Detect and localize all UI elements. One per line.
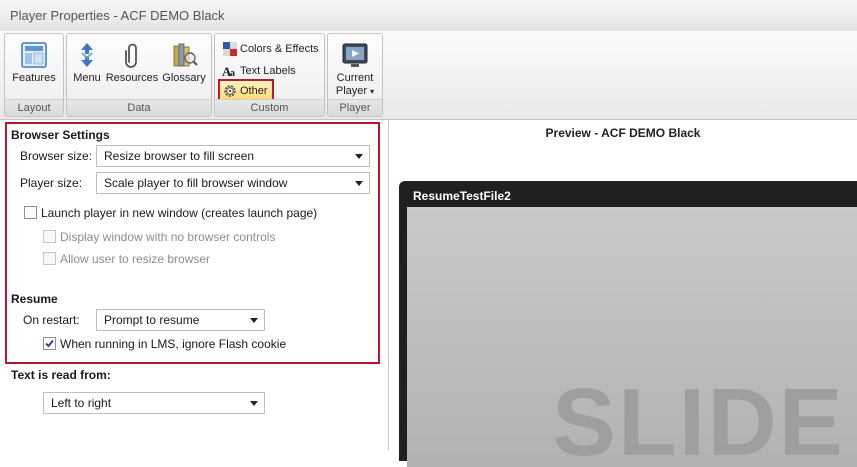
text-direction-select[interactable]: Left to right [43, 392, 265, 414]
browser-size-label: Browser size: [20, 149, 93, 163]
glossary-label: Glossary [162, 72, 206, 84]
current-player-label-line2: Player ▾ [335, 85, 375, 97]
player-size-select[interactable]: Scale player to fill browser window [96, 172, 370, 194]
svg-text:a: a [230, 68, 235, 79]
colors-effects-label: Colors & Effects [240, 43, 319, 55]
group-label-data: Data [67, 99, 211, 116]
text-direction-value: Left to right [51, 396, 112, 410]
on-restart-label: On restart: [23, 313, 80, 327]
resume-title: Resume [11, 292, 58, 306]
resources-label: Resources [105, 72, 159, 84]
ribbon-toolbar: Features Layout Menu Resources Glossary … [0, 31, 857, 120]
preview-panel: Preview - ACF DEMO Black ResumeTestFile2… [389, 120, 857, 467]
allow-resize-checkbox[interactable] [43, 252, 56, 265]
resources-button[interactable]: Resources [105, 36, 159, 96]
preview-title: Preview - ACF DEMO Black [545, 126, 701, 140]
lms-ignore-flash-label: When running in LMS, ignore Flash cookie [60, 337, 287, 351]
text-labels-button[interactable]: A a Text Labels [220, 61, 300, 81]
group-label-layout: Layout [5, 99, 63, 116]
on-restart-value: Prompt to resume [104, 313, 200, 327]
color-squares-icon [223, 42, 237, 56]
text-direction-title: Text is read from: [11, 368, 111, 382]
launch-new-window-checkbox[interactable] [24, 206, 37, 219]
current-player-button[interactable]: Current Player ▾ [328, 36, 382, 97]
display-no-controls-label: Display window with no browser controls [60, 230, 276, 244]
colors-effects-button[interactable]: Colors & Effects [220, 39, 323, 59]
menu-label: Menu [73, 72, 101, 84]
player-preview-frame: ResumeTestFile2 SLIDE [399, 181, 857, 467]
on-restart-select[interactable]: Prompt to resume [96, 309, 265, 331]
ribbon-group-player: Current Player ▾ Player [327, 33, 383, 117]
current-player-label-line1: Current [336, 72, 374, 84]
chevron-down-icon [355, 181, 363, 186]
other-label: Other [240, 85, 268, 97]
features-label: Features [12, 72, 56, 84]
chevron-down-icon [250, 401, 258, 406]
slide-area: SLIDE [407, 207, 857, 467]
browser-settings-title: Browser Settings [11, 128, 110, 142]
menu-button[interactable]: Menu [69, 36, 105, 96]
launch-new-window-label: Launch player in new window (creates lau… [41, 206, 318, 220]
player-title: ResumeTestFile2 [413, 189, 511, 203]
slide-watermark: SLIDE [552, 369, 845, 467]
paperclip-icon [125, 43, 137, 68]
group-label-player: Player [328, 99, 382, 116]
group-label-custom: Custom [215, 99, 324, 116]
lms-ignore-flash-checkbox[interactable] [43, 337, 56, 350]
text-labels-label: Text Labels [240, 65, 296, 77]
window-title: Player Properties - ACF DEMO Black [10, 8, 225, 23]
ribbon-group-layout: Features Layout [4, 33, 64, 117]
ribbon-group-custom: Colors & Effects A a Text Labels Other C… [214, 33, 325, 117]
books-icon [173, 43, 198, 67]
dropdown-arrow-icon: ▾ [370, 87, 375, 96]
browser-size-value: Resize browser to fill screen [104, 149, 255, 163]
glossary-button[interactable]: Glossary [159, 36, 209, 96]
features-button[interactable]: Features [5, 36, 63, 96]
menu-arrows-icon [81, 43, 93, 67]
gear-icon [224, 85, 236, 97]
window-titlebar: Player Properties - ACF DEMO Black [0, 0, 857, 32]
allow-resize-label: Allow user to resize browser [60, 252, 211, 266]
chevron-down-icon [355, 154, 363, 159]
text-aa-icon: A a [222, 64, 235, 79]
layout-grid-icon [21, 42, 47, 68]
display-no-controls-checkbox[interactable] [43, 230, 56, 243]
player-screen-icon [342, 43, 368, 67]
player-size-label: Player size: [20, 176, 83, 190]
ribbon-group-data: Menu Resources Glossary Data [66, 33, 212, 117]
player-size-value: Scale player to fill browser window [104, 176, 288, 190]
chevron-down-icon [250, 318, 258, 323]
browser-size-select[interactable]: Resize browser to fill screen [96, 145, 370, 167]
checkmark-icon [45, 339, 54, 348]
